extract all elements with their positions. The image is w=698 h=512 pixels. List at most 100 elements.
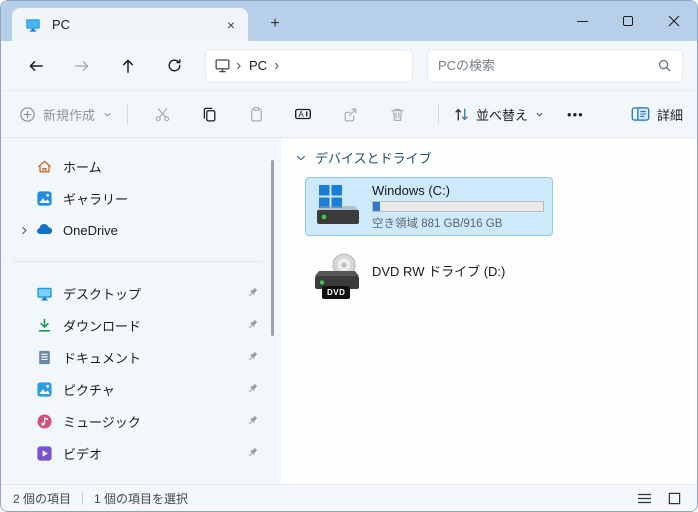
status-divider — [82, 491, 84, 505]
up-button[interactable] — [109, 49, 147, 83]
onedrive-icon — [35, 221, 53, 239]
group-header-label: デバイスとドライブ — [315, 151, 432, 166]
details-pane-icon — [631, 106, 650, 122]
drive-free-space: 空き領域 881 GB/916 GB — [372, 218, 503, 230]
sidebar-item-pictures[interactable]: ピクチャ — [1, 373, 273, 405]
sidebar-item-music[interactable]: ミュージック — [1, 405, 273, 437]
chevron-down-icon — [534, 109, 545, 120]
paste-button[interactable] — [236, 97, 276, 131]
clipboard-icon — [248, 106, 265, 123]
maximize-button[interactable] — [605, 1, 651, 41]
pictures-icon — [35, 380, 53, 398]
pin-icon — [245, 382, 259, 396]
refresh-icon — [166, 57, 183, 74]
sort-label: 並べ替え — [476, 107, 529, 123]
home-icon — [35, 157, 53, 175]
sort-button[interactable]: 並べ替え — [453, 105, 545, 124]
breadcrumb-pc[interactable]: PC — [249, 58, 267, 73]
new-tab-button[interactable]: + — [264, 13, 286, 35]
monitor-icon — [24, 16, 42, 34]
status-bar: 2 個の項目 1 個の項目を選択 — [1, 484, 697, 511]
drive-usage-fill — [373, 202, 380, 211]
search-input[interactable] — [438, 58, 657, 73]
search-box — [427, 48, 683, 83]
pin-icon — [245, 318, 259, 332]
window-controls — [559, 1, 697, 41]
close-button[interactable] — [651, 1, 697, 41]
sidebar-item-desktop[interactable]: デスクトップ — [1, 277, 273, 309]
grid-view-icon — [668, 492, 681, 505]
drive-dvd-d[interactable]: DVD DVD RW ドライブ (D:) — [305, 248, 697, 306]
toolbar: 新規作成 A 並べ替え ••• 詳細 — [1, 91, 697, 138]
forward-button[interactable] — [63, 49, 101, 83]
new-item-button[interactable]: 新規作成 — [19, 105, 113, 124]
drive-usage-bar — [372, 201, 544, 212]
monitor-outline-icon — [214, 57, 231, 74]
back-arrow-icon — [27, 57, 45, 75]
document-icon — [35, 348, 53, 366]
toolbar-divider — [127, 103, 129, 125]
up-arrow-icon — [119, 57, 137, 75]
explorer-body: ホーム ギャラリー OneDrive デスクトップ ダウンロード ドキュメント … — [1, 138, 697, 484]
details-pane-label: 詳細 — [656, 107, 683, 123]
drive-windows-c[interactable]: Windows (C:) 空き領域 881 GB/916 GB — [305, 177, 553, 236]
tab-pc[interactable]: PC × — [12, 8, 248, 41]
details-view-button[interactable] — [633, 488, 655, 508]
item-count: 2 個の項目 — [13, 491, 72, 506]
refresh-button[interactable] — [155, 49, 193, 83]
gallery-icon — [35, 189, 53, 207]
group-header-devices[interactable]: デバイスとドライブ — [295, 148, 697, 167]
close-icon — [668, 15, 680, 27]
details-pane-button[interactable]: 詳細 — [631, 105, 683, 124]
address-bar[interactable]: PC — [205, 48, 413, 83]
pin-icon — [245, 414, 259, 428]
drive-name: Windows (C:) — [372, 183, 451, 198]
icons-view-button[interactable] — [663, 488, 685, 508]
forward-arrow-icon — [73, 57, 91, 75]
trash-icon — [389, 106, 406, 123]
chevron-down-icon — [102, 109, 113, 120]
list-view-icon — [637, 492, 652, 505]
pin-icon — [245, 446, 259, 460]
rename-button[interactable]: A — [283, 97, 323, 131]
toolbar-divider — [438, 103, 440, 125]
chevron-right-icon[interactable] — [13, 225, 35, 236]
copy-button[interactable] — [189, 97, 229, 131]
scissors-icon — [154, 106, 171, 123]
tab-title: PC — [52, 17, 71, 32]
more-options-button[interactable]: ••• — [555, 107, 596, 122]
navigation-bar: PC — [1, 41, 697, 91]
search-icon — [657, 58, 672, 73]
svg-text:A: A — [299, 110, 305, 119]
back-button[interactable] — [17, 49, 55, 83]
download-icon — [35, 316, 53, 334]
new-item-label: 新規作成 — [43, 107, 96, 123]
tab-close-button[interactable]: × — [222, 16, 240, 34]
pin-icon — [245, 286, 259, 300]
share-button[interactable] — [330, 97, 370, 131]
sidebar-item-documents[interactable]: ドキュメント — [1, 341, 273, 373]
sidebar-item-gallery[interactable]: ギャラリー — [1, 182, 273, 214]
cut-button[interactable] — [142, 97, 182, 131]
minimize-button[interactable] — [559, 1, 605, 41]
sidebar-item-home[interactable]: ホーム — [1, 150, 273, 182]
selection-info: 1 個の項目を選択 — [94, 491, 189, 506]
delete-button[interactable] — [377, 97, 417, 131]
breadcrumb-chevron-icon — [271, 60, 283, 72]
sidebar-item-downloads[interactable]: ダウンロード — [1, 309, 273, 341]
file-explorer-window: PC × + PC PCの検索 新規作成 A 並べ替え ••• 詳細 ホーム ギ… — [0, 0, 698, 512]
sidebar-item-onedrive[interactable]: OneDrive — [1, 214, 273, 246]
chevron-down-icon — [295, 152, 307, 164]
video-icon — [35, 444, 53, 462]
hard-drive-icon — [314, 182, 362, 230]
dvd-drive-icon: DVD — [314, 253, 362, 301]
sidebar-item-videos[interactable]: ビデオ — [1, 437, 273, 469]
content-area: デバイスとドライブ Windows (C:) 空き領域 881 GB/916 G… — [281, 138, 697, 484]
copy-icon — [201, 106, 218, 123]
sort-arrows-icon — [453, 106, 470, 123]
music-icon — [35, 412, 53, 430]
minimize-icon — [576, 20, 588, 22]
sidebar-scrollbar[interactable] — [271, 160, 274, 336]
desktop-icon — [35, 284, 53, 302]
pin-icon — [245, 350, 259, 364]
